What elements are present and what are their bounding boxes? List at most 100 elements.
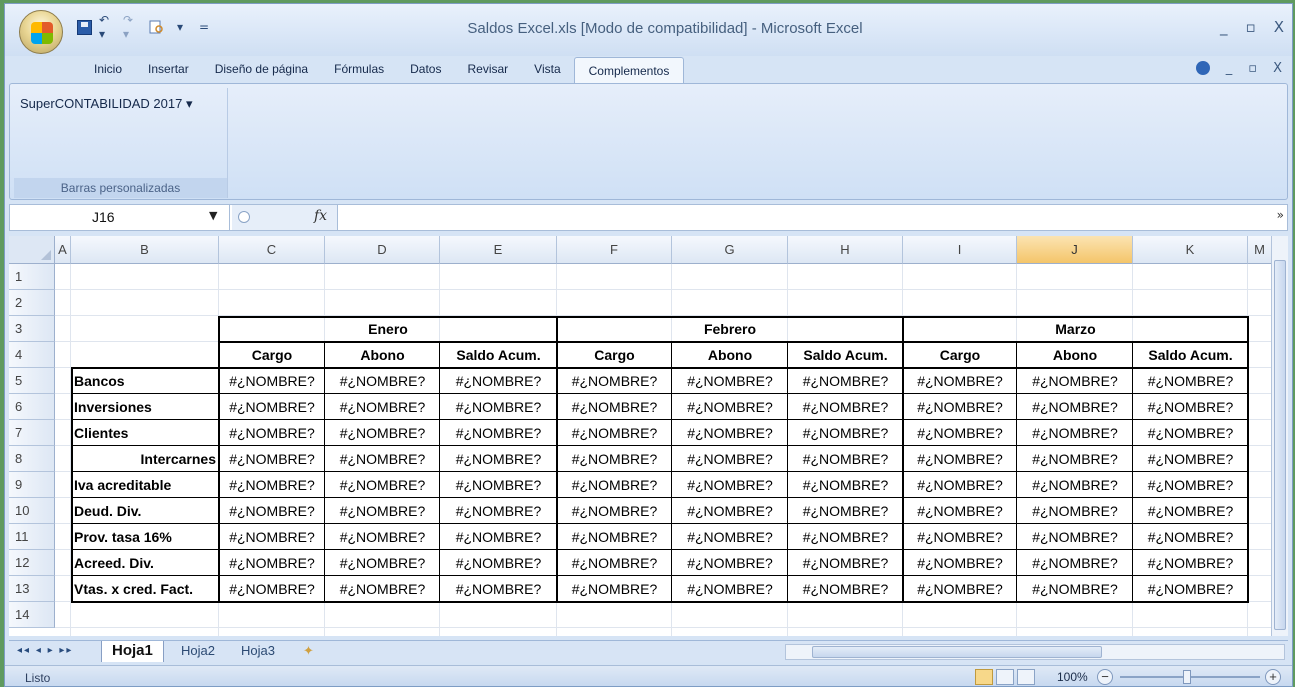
error-cell[interactable]: #¿NOMBRE? bbox=[788, 420, 903, 446]
print-dropdown[interactable]: ▾ bbox=[171, 18, 189, 36]
error-cell[interactable]: #¿NOMBRE? bbox=[903, 498, 1017, 524]
error-cell[interactable]: #¿NOMBRE? bbox=[557, 550, 672, 576]
tab-diseno-de-pagina[interactable]: Diseño de página bbox=[202, 62, 321, 84]
row-header-9[interactable]: 9 bbox=[9, 472, 55, 498]
row-label[interactable]: Clientes bbox=[71, 420, 219, 446]
tab-vista[interactable]: Vista bbox=[521, 62, 573, 84]
zoom-slider-thumb[interactable] bbox=[1183, 670, 1191, 684]
worksheet[interactable]: ABCDEFGHIJKM 1 2 3 4 5 6 7 8 9 10 11 12 13 14 Enero Fe… bbox=[9, 236, 1288, 636]
error-cell[interactable]: #¿NOMBRE? bbox=[325, 524, 440, 550]
row-label[interactable]: Prov. tasa 16% bbox=[71, 524, 219, 550]
error-cell[interactable]: #¿NOMBRE? bbox=[440, 550, 557, 576]
error-cell[interactable]: #¿NOMBRE? bbox=[325, 576, 440, 602]
error-cell[interactable]: #¿NOMBRE? bbox=[440, 394, 557, 420]
error-cell[interactable]: #¿NOMBRE? bbox=[219, 498, 325, 524]
row-label[interactable]: Vtas. x cred. Fact. bbox=[71, 576, 219, 602]
row-header-4[interactable]: 4 bbox=[9, 342, 55, 368]
error-cell[interactable]: #¿NOMBRE? bbox=[672, 498, 788, 524]
error-cell[interactable]: #¿NOMBRE? bbox=[325, 498, 440, 524]
error-cell[interactable]: #¿NOMBRE? bbox=[903, 524, 1017, 550]
error-cell[interactable]: #¿NOMBRE? bbox=[903, 368, 1017, 394]
error-cell[interactable]: #¿NOMBRE? bbox=[325, 550, 440, 576]
redo-button[interactable]: ↷ ▾ bbox=[123, 13, 141, 41]
error-cell[interactable]: #¿NOMBRE? bbox=[325, 472, 440, 498]
error-cell[interactable]: #¿NOMBRE? bbox=[1017, 498, 1133, 524]
error-cell[interactable]: #¿NOMBRE? bbox=[219, 524, 325, 550]
error-cell[interactable]: #¿NOMBRE? bbox=[903, 394, 1017, 420]
row-header-13[interactable]: 13 bbox=[9, 576, 55, 602]
error-cell[interactable]: #¿NOMBRE? bbox=[788, 498, 903, 524]
tab-insertar[interactable]: Insertar bbox=[135, 62, 202, 84]
error-cell[interactable]: #¿NOMBRE? bbox=[557, 368, 672, 394]
row-header-3[interactable]: 3 bbox=[9, 316, 55, 342]
zoom-in-button[interactable]: + bbox=[1265, 669, 1281, 685]
insert-sheet-tab[interactable]: ✦ bbox=[293, 641, 324, 662]
column-header-f[interactable]: F bbox=[557, 236, 672, 264]
sheet-tab-hoja2[interactable]: Hoja2 bbox=[171, 641, 225, 662]
error-cell[interactable]: #¿NOMBRE? bbox=[672, 576, 788, 602]
cancel-entry-icon[interactable] bbox=[238, 211, 250, 223]
error-cell[interactable]: #¿NOMBRE? bbox=[672, 394, 788, 420]
column-header-c[interactable]: C bbox=[219, 236, 325, 264]
error-cell[interactable]: #¿NOMBRE? bbox=[1133, 394, 1248, 420]
error-cell[interactable]: #¿NOMBRE? bbox=[1017, 472, 1133, 498]
print-preview-button[interactable] bbox=[147, 18, 165, 36]
row-header-6[interactable]: 6 bbox=[9, 394, 55, 420]
row-header-11[interactable]: 11 bbox=[9, 524, 55, 550]
expand-formula-bar-icon[interactable]: » bbox=[1277, 208, 1284, 222]
select-all-button[interactable] bbox=[9, 236, 55, 264]
error-cell[interactable]: #¿NOMBRE? bbox=[557, 498, 672, 524]
row-label[interactable]: Acreed. Div. bbox=[71, 550, 219, 576]
office-button[interactable] bbox=[19, 10, 63, 54]
sheet-nav-buttons[interactable]: ◂◂ ◂ ▸ ▸▸ bbox=[17, 645, 73, 656]
error-cell[interactable]: #¿NOMBRE? bbox=[903, 446, 1017, 472]
error-cell[interactable]: #¿NOMBRE? bbox=[788, 550, 903, 576]
column-header-i[interactable]: I bbox=[903, 236, 1017, 264]
error-cell[interactable]: #¿NOMBRE? bbox=[1133, 472, 1248, 498]
ribbon-minimize-button[interactable]: _ bbox=[1226, 61, 1233, 76]
error-cell[interactable]: #¿NOMBRE? bbox=[1017, 368, 1133, 394]
row-label[interactable]: Inversiones bbox=[71, 394, 219, 420]
error-cell[interactable]: #¿NOMBRE? bbox=[903, 420, 1017, 446]
row-header-5[interactable]: 5 bbox=[9, 368, 55, 394]
row-header-10[interactable]: 10 bbox=[9, 498, 55, 524]
error-cell[interactable]: #¿NOMBRE? bbox=[1017, 394, 1133, 420]
error-cell[interactable]: #¿NOMBRE? bbox=[1133, 368, 1248, 394]
row-header-1[interactable]: 1 bbox=[9, 264, 55, 290]
column-header-g[interactable]: G bbox=[672, 236, 788, 264]
error-cell[interactable]: #¿NOMBRE? bbox=[440, 472, 557, 498]
tab-revisar[interactable]: Revisar bbox=[454, 62, 521, 84]
save-button[interactable] bbox=[75, 18, 93, 36]
error-cell[interactable]: #¿NOMBRE? bbox=[788, 472, 903, 498]
error-cell[interactable]: #¿NOMBRE? bbox=[557, 472, 672, 498]
row-label[interactable]: Iva acreditable bbox=[71, 472, 219, 498]
name-box-dropdown-icon[interactable]: ▼ bbox=[209, 209, 217, 222]
error-cell[interactable]: #¿NOMBRE? bbox=[557, 576, 672, 602]
error-cell[interactable]: #¿NOMBRE? bbox=[1133, 550, 1248, 576]
error-cell[interactable]: #¿NOMBRE? bbox=[219, 446, 325, 472]
column-header-j[interactable]: J bbox=[1017, 236, 1133, 264]
error-cell[interactable]: #¿NOMBRE? bbox=[672, 550, 788, 576]
tab-datos[interactable]: Datos bbox=[397, 62, 454, 84]
error-cell[interactable]: #¿NOMBRE? bbox=[219, 472, 325, 498]
error-cell[interactable]: #¿NOMBRE? bbox=[788, 446, 903, 472]
error-cell[interactable]: #¿NOMBRE? bbox=[440, 368, 557, 394]
ribbon-close-button[interactable]: X bbox=[1273, 61, 1282, 76]
error-cell[interactable]: #¿NOMBRE? bbox=[219, 368, 325, 394]
error-cell[interactable]: #¿NOMBRE? bbox=[1017, 446, 1133, 472]
insert-function-button[interactable]: fx bbox=[314, 208, 327, 224]
error-cell[interactable]: #¿NOMBRE? bbox=[325, 420, 440, 446]
error-cell[interactable]: #¿NOMBRE? bbox=[325, 394, 440, 420]
minimize-button[interactable]: _ bbox=[1220, 18, 1228, 36]
error-cell[interactable]: #¿NOMBRE? bbox=[672, 368, 788, 394]
error-cell[interactable]: #¿NOMBRE? bbox=[557, 446, 672, 472]
error-cell[interactable]: #¿NOMBRE? bbox=[1017, 550, 1133, 576]
page-layout-view-button[interactable] bbox=[996, 669, 1014, 685]
vertical-scrollbar[interactable] bbox=[1271, 236, 1288, 636]
error-cell[interactable]: #¿NOMBRE? bbox=[1017, 576, 1133, 602]
error-cell[interactable]: #¿NOMBRE? bbox=[672, 446, 788, 472]
error-cell[interactable]: #¿NOMBRE? bbox=[672, 472, 788, 498]
error-cell[interactable]: #¿NOMBRE? bbox=[1133, 446, 1248, 472]
error-cell[interactable]: #¿NOMBRE? bbox=[788, 576, 903, 602]
error-cell[interactable]: #¿NOMBRE? bbox=[557, 524, 672, 550]
